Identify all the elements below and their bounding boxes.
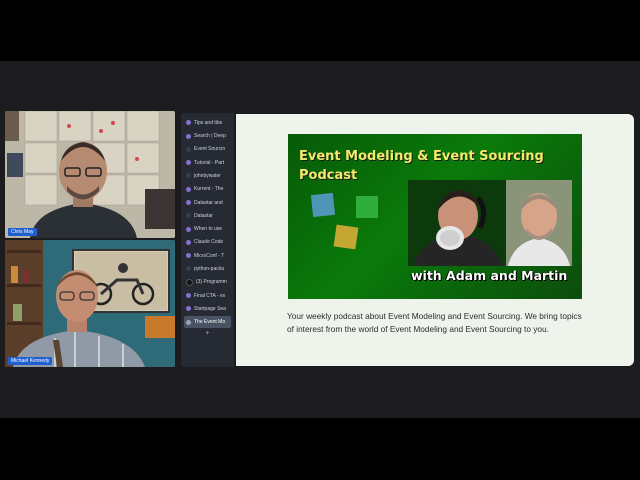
browser-tab[interactable]: When to use — [184, 223, 231, 235]
favicon-icon — [186, 186, 191, 192]
browser-tab[interactable]: Tutorial - Part — [184, 157, 231, 169]
favicon-icon — [186, 120, 191, 126]
podcast-banner-image: Event Modeling & Event Sourcing Podcast … — [288, 134, 582, 299]
new-tab-button[interactable]: + — [181, 330, 234, 337]
browser-tab-label: The Event Mo — [194, 319, 226, 326]
favicon-icon — [186, 146, 191, 152]
browser-tab-label: Startpage Sea — [194, 305, 226, 312]
browser-tab[interactable]: MicroConf - T — [184, 250, 231, 262]
favicon-icon — [186, 253, 191, 259]
browser-tab-label: python-packa — [194, 265, 225, 272]
browser-tab[interactable]: johnbywater — [184, 170, 231, 182]
favicon-icon — [186, 213, 191, 219]
sticky-note-blue — [310, 192, 336, 218]
participant-name-tag: Chris May — [8, 228, 37, 236]
web-page: Event Modeling & Event Sourcing Podcast … — [236, 114, 634, 366]
podcast-description: Your weekly podcast about Event Modeling… — [287, 311, 582, 335]
video-tile-chris: Chris May — [5, 111, 175, 238]
favicon-icon — [186, 293, 191, 298]
browser-tab[interactable]: Claude Code — [184, 237, 231, 249]
host-photo-martin — [506, 180, 572, 266]
browser-tab[interactable]: Startpage Sea — [184, 303, 231, 315]
browser-tab-label: Kurrent - The — [194, 186, 224, 193]
favicon-icon — [186, 173, 191, 179]
browser-tab-label: Tips and tibs — [194, 119, 223, 126]
video-tile-michael: Michael Kennedy — [5, 240, 175, 367]
browser-tab[interactable]: Datastar and — [184, 197, 231, 209]
browser-tab[interactable]: Datastar — [184, 210, 231, 222]
browser-tab-label: Tutorial - Part — [194, 159, 225, 166]
favicon-icon — [186, 160, 191, 166]
video-feed-michael — [5, 240, 175, 367]
favicon-icon — [186, 306, 191, 312]
browser-tab[interactable]: Search | Deep — [184, 130, 231, 142]
favicon-icon — [186, 200, 191, 206]
browser-tab[interactable]: Kurrent - The — [184, 183, 231, 195]
browser-tab-label: Claude Code — [194, 239, 224, 246]
browser-tab[interactable]: Final CTA - ex — [184, 290, 231, 302]
browser-tab-label: When to use — [194, 226, 223, 233]
browser-tab[interactable]: Tips and tibs — [184, 117, 231, 129]
browser-tab-sidebar: Tips and tibs Search | Deep Event Sourcin T… — [181, 113, 234, 367]
browser-tab-label: Datastar and — [194, 199, 223, 206]
tab-list: Tips and tibs Search | Deep Event Sourcin T… — [181, 117, 234, 328]
browser-tab-label: johnbywater — [194, 172, 221, 179]
video-feed-chris — [5, 111, 175, 238]
host-photo-adam — [408, 180, 506, 266]
browser-tab[interactable]: The Event Mo — [184, 316, 231, 328]
favicon-icon — [186, 226, 191, 232]
browser-tab-label: Search | Deep — [194, 133, 226, 140]
browser-tab[interactable]: Event Sourcin — [184, 144, 231, 156]
browser-tab-label: Event Sourcin — [194, 146, 226, 153]
sticky-note-yellow — [333, 224, 359, 250]
browser-tab-label: Final CTA - ex — [194, 292, 226, 299]
browser-tab[interactable]: python-packa — [184, 263, 231, 275]
banner-subtitle: with Adam and Martin — [411, 268, 568, 283]
browser-tab-label: MicroConf - T — [194, 252, 225, 259]
x-logo-icon — [186, 278, 193, 286]
sticky-note-green — [356, 196, 378, 218]
shield-icon — [186, 319, 191, 325]
favicon-icon — [186, 133, 191, 139]
participant-name-tag: Michael Kennedy — [8, 357, 53, 365]
browser-tab[interactable]: (3) Programm — [184, 276, 231, 288]
browser-tab-label: Datastar — [194, 212, 213, 219]
favicon-icon — [186, 266, 191, 272]
favicon-icon — [186, 239, 191, 245]
browser-tab-label: (3) Programm — [196, 279, 227, 286]
